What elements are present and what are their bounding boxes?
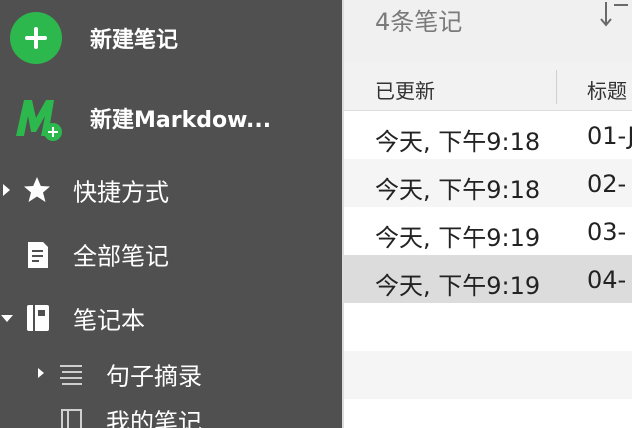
sidebar-item-label: 全部笔记 [73,242,169,271]
star-icon [24,177,50,202]
note-updated-time: 今天, 下午9:19 [375,224,541,252]
new-markdown-label: 新建Markdow... [90,108,272,133]
column-title-header[interactable]: 标题 [587,75,627,104]
empty-row [344,303,632,351]
new-note-label: 新建笔记 [90,28,179,53]
sort-icon[interactable] [600,0,628,28]
sidebar-item-label: 我的笔记 [106,408,202,428]
column-updated-header[interactable]: 已更新 [375,75,435,104]
new-markdown-button[interactable]: 新建Markdow... [0,94,342,142]
note-updated-time: 今天, 下午9:19 [375,272,541,300]
sidebar: 新建笔记 新建Markdow... 快捷方式 全部笔记 笔记本 句子摘录 我的笔… [0,0,342,428]
note-list-toolbar: 4条笔记 [344,0,632,63]
note-table: 今天, 下午9:18 01-J 今天, 下午9:18 02- 今天, 下午9:19 03-… [344,111,632,428]
notebook-icon [27,305,49,331]
table-row[interactable]: 今天, 下午9:19 03- [344,207,632,255]
note-icon [28,242,48,268]
sidebar-item-notebook-mine[interactable]: 我的笔记 [0,396,342,428]
note-count: 4条笔记 [375,8,463,36]
note-title: 04- [587,266,627,294]
table-row[interactable]: 今天, 下午9:18 02- [344,159,632,207]
note-title: 03- [587,218,627,246]
sidebar-item-shortcuts[interactable]: 快捷方式 [0,166,342,214]
new-note-button[interactable]: 新建笔记 [0,12,342,64]
note-title: 02- [587,170,627,198]
expand-arrow-icon[interactable] [38,368,44,378]
note-title: 01-J [587,122,632,150]
table-row[interactable]: 今天, 下午9:19 04- [344,255,632,303]
empty-row [344,351,632,399]
collapse-arrow-icon[interactable] [1,315,13,322]
markdown-icon [16,100,62,141]
empty-row [344,399,632,428]
expand-arrow-icon[interactable] [3,184,10,196]
sidebar-item-all-notes[interactable]: 全部笔记 [0,230,342,278]
column-header: 已更新 标题 [344,62,632,111]
stack-icon [60,365,82,385]
note-list-panel: 4条笔记 已更新 标题 今天, 下午9:18 01-J 今天, 下午9:18 02- 今… [344,0,632,428]
column-resize-handle[interactable] [556,70,557,104]
plus-circle-icon [10,12,62,64]
sidebar-item-label: 快捷方式 [73,178,169,207]
note-updated-time: 今天, 下午9:18 [375,128,541,156]
sidebar-item-label: 句子摘录 [106,362,202,391]
note-updated-time: 今天, 下午9:18 [375,176,541,204]
notebook-outline-icon [61,409,82,428]
sidebar-item-label: 笔记本 [73,306,145,335]
sidebar-item-notebook-sentences[interactable]: 句子摘录 [0,350,342,398]
table-row[interactable]: 今天, 下午9:18 01-J [344,111,632,159]
sidebar-item-notebooks[interactable]: 笔记本 [0,294,342,342]
